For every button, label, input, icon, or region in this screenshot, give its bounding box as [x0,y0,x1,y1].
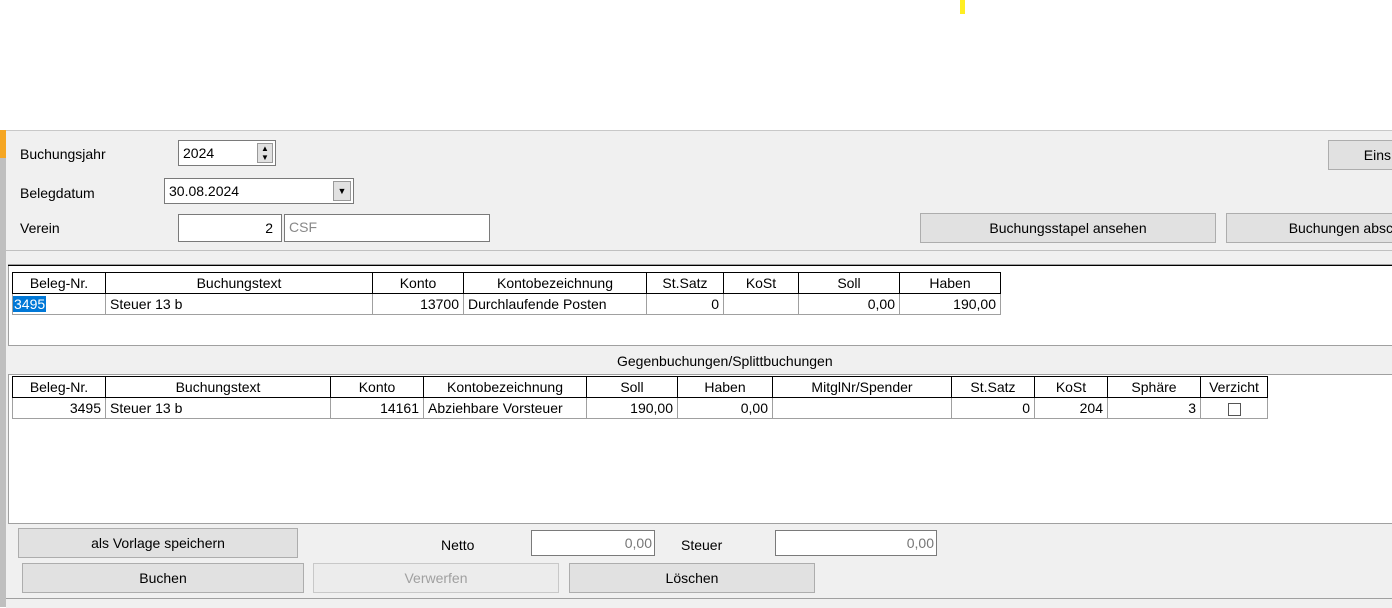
col-soll: Soll [586,376,678,398]
cell-soll[interactable]: 0,00 [798,293,900,315]
netto-value: 0,00 [624,535,652,551]
main-booking-table: Beleg-Nr. Buchungstext Konto Kontobezeic… [12,272,1001,315]
cell-beleg-nr[interactable]: 3495 [12,397,106,419]
buchungsjahr-input[interactable]: 2024 ▲ ▼ [178,140,276,166]
col-soll: Soll [798,272,900,294]
verzicht-checkbox[interactable] [1227,402,1241,416]
cell-st-satz[interactable]: 0 [646,293,724,315]
spin-down-icon[interactable]: ▼ [258,153,272,162]
loeschen-button[interactable]: Löschen [569,563,815,593]
als-vorlage-speichern-button[interactable]: als Vorlage speichern [18,528,298,558]
col-kontobezeichnung: Kontobezeichnung [463,272,647,294]
cell-haben[interactable]: 0,00 [677,397,773,419]
cell-kost[interactable] [723,293,799,315]
cell-st-satz[interactable]: 0 [951,397,1035,419]
cell-buchungstext[interactable]: Steuer 13 b [105,293,373,315]
col-st-satz: St.Satz [646,272,724,294]
cell-kost[interactable]: 204 [1034,397,1108,419]
verein-number-input[interactable]: 2 [178,214,282,242]
cell-beleg-nr[interactable]: 3495 [12,293,106,315]
separator [6,250,1392,251]
col-konto: Konto [330,376,424,398]
belegdatum-value: 30.08.2024 [169,183,240,199]
col-buchungstext: Buchungstext [105,272,373,294]
col-haben: Haben [899,272,1001,294]
split-table-title: Gegenbuchungen/Splittbuchungen [617,353,833,369]
eins-button[interactable]: Eins [1328,140,1392,170]
col-konto: Konto [372,272,464,294]
spin-up-icon[interactable]: ▲ [258,144,272,153]
belegdatum-select[interactable]: 30.08.2024 ▼ [164,178,354,204]
col-haben: Haben [677,376,773,398]
cell-buchungstext[interactable]: Steuer 13 b [105,397,331,419]
cell-sphaere[interactable]: 3 [1107,397,1201,419]
col-buchungstext: Buchungstext [105,376,331,398]
col-verzicht: Verzicht [1200,376,1268,398]
cell-soll[interactable]: 190,00 [586,397,678,419]
verein-name-field: CSF [284,214,490,242]
belegdatum-label: Belegdatum [20,185,95,201]
buchungsstapel-ansehen-button[interactable]: Buchungsstapel ansehen [920,213,1216,243]
verwerfen-button[interactable]: Verwerfen [313,563,559,593]
netto-field: 0,00 [531,530,655,556]
col-beleg-nr: Beleg-Nr. [12,376,106,398]
verein-name: CSF [289,219,317,235]
table-row[interactable]: 3495 Steuer 13 b 14161 Abziehbare Vorste… [12,397,1268,419]
buchungsjahr-value: 2024 [183,145,215,161]
selected-text: 3495 [13,296,47,312]
main-table-header-line [8,265,1392,266]
buchen-button[interactable]: Buchen [22,563,304,593]
cell-konto[interactable]: 13700 [372,293,464,315]
steuer-label: Steuer [681,537,723,553]
cell-kontobezeichnung[interactable]: Abziehbare Vorsteuer [423,397,587,419]
col-sphaere: Sphäre [1107,376,1201,398]
cell-haben[interactable]: 190,00 [899,293,1001,315]
bottom-border [6,598,1392,599]
col-st-satz: St.Satz [951,376,1035,398]
table-row[interactable]: 3495 Steuer 13 b 13700 Durchlaufende Pos… [12,293,1001,315]
main-table-header: Beleg-Nr. Buchungstext Konto Kontobezeic… [12,272,1001,294]
highlight-mark [960,0,965,14]
col-kontobezeichnung: Kontobezeichnung [423,376,587,398]
steuer-value: 0,00 [906,535,934,551]
verein-number: 2 [265,220,273,236]
buchungen-abschliessen-button[interactable]: Buchungen absc [1226,213,1392,243]
cell-konto[interactable]: 14161 [330,397,424,419]
col-kost: KoSt [723,272,799,294]
cell-kontobezeichnung[interactable]: Durchlaufende Posten [463,293,647,315]
netto-label: Netto [441,537,475,553]
verein-label: Verein [20,220,60,236]
buchungsjahr-label: Buchungsjahr [20,146,106,162]
col-beleg-nr: Beleg-Nr. [12,272,106,294]
col-mitglnr: MitglNr/Spender [772,376,952,398]
col-kost: KoSt [1034,376,1108,398]
cell-verzicht[interactable] [1200,397,1268,419]
cell-mitglnr[interactable] [772,397,952,419]
chevron-down-icon[interactable]: ▼ [333,181,351,201]
steuer-field: 0,00 [775,530,937,556]
split-table-header: Beleg-Nr. Buchungstext Konto Kontobezeic… [12,376,1268,398]
year-spinner[interactable]: ▲ ▼ [257,143,273,163]
split-booking-table: Beleg-Nr. Buchungstext Konto Kontobezeic… [12,376,1268,419]
